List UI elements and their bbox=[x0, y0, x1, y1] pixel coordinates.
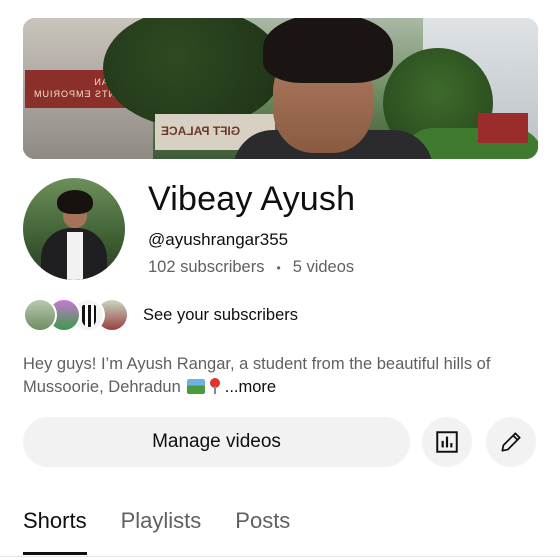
banner-person bbox=[233, 18, 433, 159]
channel-avatar[interactable] bbox=[23, 178, 125, 280]
tab-posts[interactable]: Posts bbox=[235, 508, 290, 544]
analytics-button[interactable] bbox=[422, 417, 472, 467]
tab-shorts[interactable]: Shorts bbox=[23, 508, 87, 555]
see-subscribers-row[interactable]: See your subscribers bbox=[23, 298, 298, 332]
channel-tabs: Shorts Playlists Posts bbox=[23, 508, 324, 555]
edit-channel-button[interactable] bbox=[486, 417, 536, 467]
manage-videos-button[interactable]: Manage videos bbox=[23, 417, 410, 467]
channel-handle: @ayushrangar355 bbox=[148, 230, 289, 249]
channel-name: Vibeay Ayush bbox=[148, 180, 356, 218]
analytics-icon bbox=[436, 431, 458, 453]
banner-red-sign bbox=[478, 113, 528, 143]
pencil-icon bbox=[501, 432, 521, 452]
channel-banner: HIMALAYAN GARMENTS EMPORIUM GIFT PALACE bbox=[23, 18, 538, 159]
subscriber-avatar bbox=[23, 298, 57, 332]
pin-emoji-icon bbox=[209, 378, 221, 394]
tab-playlists[interactable]: Playlists bbox=[121, 508, 202, 544]
more-link[interactable]: ...more bbox=[225, 378, 276, 396]
stats-separator: • bbox=[276, 260, 281, 275]
see-subscribers-link[interactable]: See your subscribers bbox=[143, 306, 298, 325]
subscriber-count: 102 subscribers bbox=[148, 258, 265, 276]
tabs-divider bbox=[0, 556, 560, 557]
mountain-emoji-icon bbox=[186, 379, 205, 394]
channel-stats: 102 subscribers • 5 videos bbox=[148, 258, 354, 277]
video-count: 5 videos bbox=[292, 258, 355, 276]
channel-description[interactable]: Hey guys! I’m Ayush Rangar, a student fr… bbox=[23, 353, 543, 399]
banner-gift-sign-text: GIFT PALACE bbox=[161, 124, 241, 138]
